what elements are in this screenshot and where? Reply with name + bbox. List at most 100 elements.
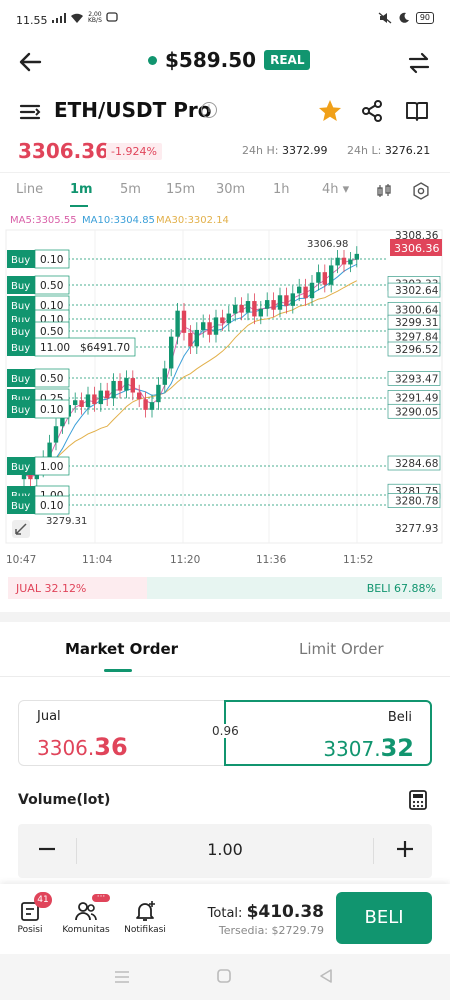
back-nav-icon[interactable] <box>318 968 334 984</box>
candle-body <box>284 295 289 306</box>
position-lot-label: 0.10 <box>40 404 63 416</box>
candle-body <box>316 272 321 283</box>
total-label: Total: <box>207 906 243 921</box>
home-icon[interactable] <box>216 968 232 984</box>
time-axis-label: 11:52 <box>343 554 373 566</box>
plus-icon[interactable] <box>392 836 418 862</box>
jual-quote-button[interactable]: Jual 3306.36 <box>18 700 226 766</box>
status-icons-right: 90 <box>378 12 434 24</box>
tab-limit-order[interactable]: Limit Order <box>299 640 384 658</box>
price-axis-label: 3300.64 <box>395 304 439 316</box>
candle-body <box>188 332 193 347</box>
beli-button[interactable]: BELI <box>336 892 432 944</box>
back-arrow-icon[interactable] <box>16 48 44 76</box>
candle-body <box>169 336 174 369</box>
candle-body <box>348 259 353 265</box>
candle-body <box>175 310 180 337</box>
calculator-icon[interactable] <box>408 790 428 810</box>
recent-apps-icon[interactable] <box>114 970 130 984</box>
settings-icon[interactable] <box>412 182 430 200</box>
price-axis-label: 3284.68 <box>395 458 438 470</box>
sentiment-jual-label: JUAL 32.12% <box>16 582 87 595</box>
position-lot-label: 0.50 <box>40 373 63 385</box>
position-side-label: Buy <box>11 462 30 473</box>
tab-30m[interactable]: 30m <box>216 182 245 197</box>
info-icon[interactable]: i <box>201 102 217 118</box>
tab-line[interactable]: Line <box>16 182 43 197</box>
spread-value: 0.96 <box>208 724 243 738</box>
price-axis-label: 3302.64 <box>395 285 439 297</box>
share-icon[interactable] <box>360 99 384 123</box>
beli-quote-button[interactable]: Beli 3307.32 <box>224 700 432 766</box>
quote-panel: Jual 3306.36 Beli 3307.32 0.96 <box>18 700 432 766</box>
jual-price: 3306.36 <box>37 733 128 761</box>
time-axis-label: 11:20 <box>170 554 200 566</box>
price-axis-label: 3299.31 <box>395 317 438 329</box>
balance-section[interactable]: $589.50 REAL <box>148 48 311 72</box>
order-tab-divider <box>0 676 450 677</box>
sentiment-bar: JUAL 32.12% BELI 67.88% <box>8 577 442 599</box>
tab-15m[interactable]: 15m <box>166 182 195 197</box>
tab-5m[interactable]: 5m <box>120 182 141 197</box>
net-speed: 2,00 KB/S <box>88 11 102 24</box>
candle-body <box>335 257 340 266</box>
pair-row: ETH/USDT Pro i <box>0 96 450 130</box>
last-price: 3306.36 <box>18 139 110 163</box>
beli-price: 3307.32 <box>323 734 414 762</box>
jual-label: Jual <box>37 709 61 724</box>
chart-canvas[interactable]: MA5:3305.55 MA10:3304.85 MA30:3302.14 Bu… <box>0 208 450 570</box>
sentiment-beli-label: BELI 67.88% <box>366 582 436 595</box>
tab-4h[interactable]: 4h ▾ <box>322 182 349 197</box>
position-side-label: Buy <box>11 405 30 416</box>
position-lot-label: 11.00 <box>40 342 70 354</box>
mute-icon <box>378 12 392 24</box>
current-price-tag: 3306.36 <box>394 242 440 255</box>
time-axis-label: 11:04 <box>82 554 113 566</box>
ma10-label: MA10:3304.85 <box>82 215 155 226</box>
tab-1h[interactable]: 1h <box>273 182 290 197</box>
status-bar: 11.55 2,00 KB/S 90 <box>0 0 450 40</box>
high-marker: 3306.98 <box>307 239 348 250</box>
book-icon[interactable] <box>405 99 429 123</box>
price-row: 3306.36 -1.924% 24h H: 3372.99 24h L: 32… <box>0 137 450 165</box>
pair-name[interactable]: ETH/USDT Pro <box>54 98 211 122</box>
price-axis-label: 3296.52 <box>395 344 438 356</box>
bell-icon <box>136 901 155 921</box>
nav-notifikasi[interactable]: Notifikasi <box>122 900 168 935</box>
position-lot-label: 0.10 <box>40 500 63 512</box>
tab-market-order[interactable]: Market Order <box>65 640 178 658</box>
position-side-label: Buy <box>11 281 30 292</box>
ma30-line <box>23 280 358 478</box>
swap-icon[interactable] <box>406 50 432 76</box>
candle-body <box>201 322 206 330</box>
candle-type-icon[interactable] <box>376 183 392 199</box>
candle-body <box>309 282 315 299</box>
candle-body <box>73 400 78 406</box>
nav-komunitas[interactable]: Komunitas <box>62 900 110 935</box>
price-axis-label: 3297.84 <box>395 331 439 343</box>
menu-icon[interactable] <box>18 100 42 124</box>
position-side-label: Buy <box>11 501 30 512</box>
position-side-label: Buy <box>11 327 30 338</box>
candle-body <box>105 390 110 399</box>
time-axis-label: 11:36 <box>256 554 287 566</box>
position-side-label: Buy <box>11 255 30 266</box>
candle-body <box>111 380 116 399</box>
candle-body <box>290 293 295 306</box>
candle-body <box>220 317 225 324</box>
position-pnl-label: $6491.70 <box>80 342 130 354</box>
tab-1m[interactable]: 1m <box>70 182 93 197</box>
candle-body <box>130 378 135 393</box>
collapse-icon[interactable] <box>12 520 30 538</box>
candle-body <box>354 253 359 260</box>
position-side-label: Buy <box>11 374 30 385</box>
candle-body <box>329 265 334 285</box>
candle-body <box>28 474 33 480</box>
posisi-badge: 41 <box>34 892 52 908</box>
favorite-star-icon[interactable] <box>317 98 343 124</box>
android-nav-bar <box>0 954 450 1000</box>
battery-icon: 90 <box>415 12 434 24</box>
volume-input[interactable]: 1.00 <box>18 840 432 859</box>
candle-body <box>226 313 231 324</box>
price-chart[interactable]: MA5:3305.55 MA10:3304.85 MA30:3302.14 Bu… <box>0 208 450 570</box>
